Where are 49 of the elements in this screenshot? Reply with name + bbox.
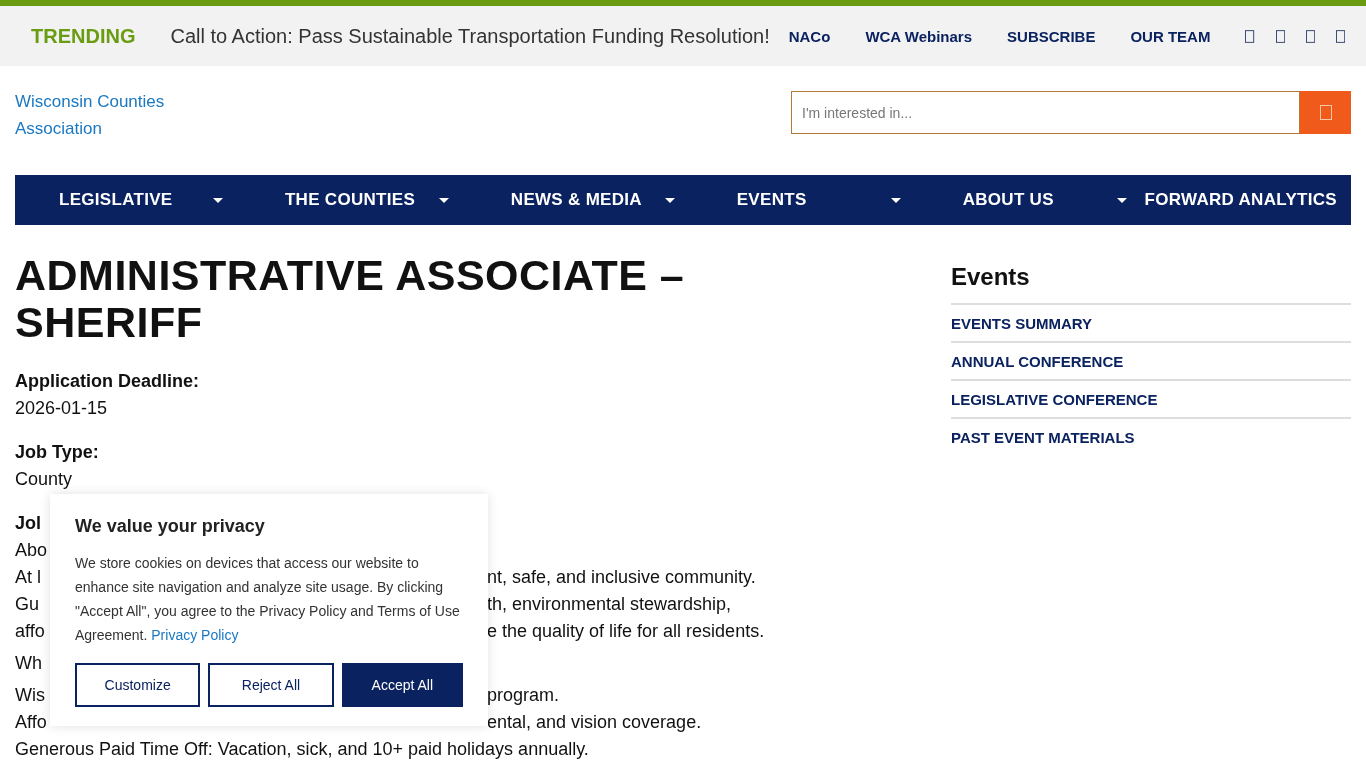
body-text: Affo: [15, 711, 47, 734]
caret-icon[interactable]: [664, 197, 675, 203]
body-text: Abo: [15, 539, 48, 562]
logo-alt-text[interactable]: Wisconsin Counties Association: [15, 88, 205, 142]
top-link[interactable]: OUR TEAM: [1130, 27, 1211, 45]
body-text: Wis: [15, 684, 45, 707]
trending-link[interactable]: Call to Action: Pass Sustainable Transportation Funding Resolution!: [170, 24, 770, 48]
field-label: Job Type:: [15, 441, 100, 464]
page-title: ADMINISTRATIVE ASSOCIATE – SHERIFF: [15, 252, 686, 346]
body-text: th, environmental stewardship,: [487, 593, 732, 616]
caret-icon[interactable]: [438, 197, 449, 203]
nav-link[interactable]: EVENTS: [736, 190, 807, 210]
body-text: affo: [15, 620, 45, 643]
nav-link[interactable]: NEWS & MEDIA: [510, 190, 642, 210]
sidebar-link[interactable]: EVENTS SUMMARY: [951, 303, 1351, 341]
search-field[interactable]: I'm interested in...: [791, 91, 1300, 134]
cookie-button[interactable]: Accept All: [341, 663, 463, 707]
body-text: Generous Paid Time Off: Vacation, sick, and 10+ paid holidays annually.: [15, 738, 589, 761]
sidebar-link[interactable]: ANNUAL CONFERENCE: [951, 341, 1351, 379]
sidebar-title: Events: [951, 263, 1031, 291]
field-value: 2026-01-15: [15, 397, 109, 420]
body-text: program.: [487, 684, 560, 707]
cookie-title: We value your privacy: [75, 516, 266, 537]
caret-icon[interactable]: [890, 197, 901, 203]
cookie-text: We store cookies on devices that access our website to enhance site navigation and analyze site usage. By clicking "Accept All", you agree to the Privacy Policy and Terms of Use Agreement. Privacy Policy: [75, 554, 461, 645]
top-link[interactable]: WCA Webinars: [865, 27, 973, 45]
nav-link[interactable]: FORWARD ANALYTICS: [1144, 190, 1337, 210]
body-text: e the quality of life for all residents.: [487, 620, 765, 643]
body-text: At l: [15, 566, 41, 589]
nav-link[interactable]: ABOUT US: [962, 190, 1054, 210]
cookie-button[interactable]: Customize: [75, 663, 201, 707]
body-text: Gu: [15, 593, 39, 616]
body-text: nt, safe, and inclusive community.: [487, 566, 756, 589]
top-link[interactable]: SUBSCRIBE: [1007, 27, 1096, 45]
field-value: County: [15, 468, 74, 491]
field-label: Application Deadline:: [15, 370, 201, 393]
trending-label: TRENDING: [31, 24, 136, 48]
cookie-button[interactable]: Reject All: [208, 663, 334, 707]
sidebar-link[interactable]: PAST EVENT MATERIALS: [951, 417, 1351, 455]
body-text: ental, and vision coverage.: [487, 711, 702, 734]
body-text: Wh: [15, 652, 42, 675]
caret-icon[interactable]: [212, 197, 223, 203]
nav-link[interactable]: LEGISLATIVE: [59, 190, 173, 210]
nav-link[interactable]: THE COUNTIES: [284, 190, 416, 210]
caret-icon[interactable]: [1116, 197, 1127, 203]
privacy-policy-link[interactable]: Privacy Policy: [151, 627, 239, 643]
sidebar-link[interactable]: LEGISLATIVE CONFERENCE: [951, 379, 1351, 417]
body-text: Jol: [15, 512, 41, 535]
top-link[interactable]: NACo: [788, 27, 831, 45]
